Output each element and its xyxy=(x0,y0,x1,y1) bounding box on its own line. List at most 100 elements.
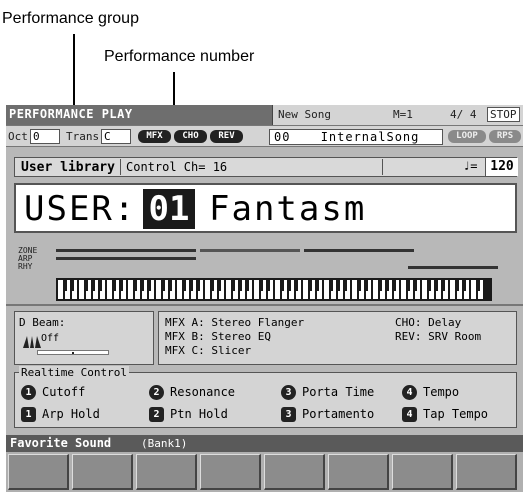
library-label[interactable]: User library xyxy=(21,160,115,175)
cho-button[interactable]: CHO xyxy=(174,130,207,143)
realtime-item-ptn-hold[interactable]: 2 Ptn Hold xyxy=(149,407,228,422)
black-key xyxy=(140,280,144,291)
knob-4-icon: 4 xyxy=(402,385,417,400)
black-key xyxy=(84,280,88,291)
performance-group-callout: Performance group xyxy=(2,10,139,27)
black-key xyxy=(336,280,340,291)
favorite-button-3[interactable] xyxy=(136,454,197,490)
performance-name: Fantasm xyxy=(209,189,367,229)
favorite-title: Favorite Sound xyxy=(10,436,112,450)
black-key xyxy=(455,280,459,291)
tempo-note-icon: ♩= xyxy=(463,159,478,173)
trans-field[interactable]: C xyxy=(101,129,131,144)
black-key xyxy=(441,280,445,291)
black-key xyxy=(63,280,67,291)
realtime-item-cutoff[interactable]: 1 Cutoff xyxy=(21,385,85,400)
realtime-label: Tempo xyxy=(423,385,460,399)
rhy-lane xyxy=(408,266,498,269)
control-channel: Control Ch= 16 xyxy=(120,159,383,175)
zone-lane-1 xyxy=(56,249,196,252)
black-key xyxy=(413,280,417,291)
black-key xyxy=(182,280,186,291)
song-select-field[interactable]: 00 InternalSong xyxy=(269,129,443,145)
black-key xyxy=(238,280,242,291)
favorite-button-6[interactable] xyxy=(328,454,389,490)
controls-row: Oct 0 Trans C MFX CHO REV 00 InternalSon… xyxy=(6,125,523,147)
rhy-label: RHY xyxy=(18,262,33,271)
black-key xyxy=(392,280,396,291)
favorite-button-2[interactable] xyxy=(72,454,133,490)
black-key xyxy=(315,280,319,291)
realtime-label: Cutoff xyxy=(42,385,86,399)
favorite-button-1[interactable] xyxy=(8,454,69,490)
favorite-button-7[interactable] xyxy=(392,454,453,490)
realtime-label: Portamento xyxy=(302,407,375,421)
lcd-screen: PERFORMANCE PLAY New Song M=1 4/ 4 STOP … xyxy=(6,105,523,492)
black-key xyxy=(329,280,333,291)
black-key xyxy=(189,280,193,291)
button-3-icon: 3 xyxy=(281,407,296,422)
button-1-icon: 1 xyxy=(21,407,36,422)
black-key xyxy=(378,280,382,291)
black-key xyxy=(70,280,74,291)
oct-field[interactable]: 0 xyxy=(30,129,60,144)
black-key xyxy=(294,280,298,291)
oct-label: Oct xyxy=(8,130,28,143)
favorite-button-4[interactable] xyxy=(200,454,261,490)
keyboard-graphic xyxy=(56,278,492,301)
black-key xyxy=(98,280,102,291)
loop-button[interactable]: LOOP xyxy=(448,130,486,143)
mfx-b-label: MFX B: Stereo EQ xyxy=(165,330,271,343)
black-key xyxy=(476,280,480,291)
performance-number: 01 xyxy=(143,189,195,229)
realtime-item-tempo[interactable]: 4 Tempo xyxy=(402,385,459,400)
song-name: InternalSong xyxy=(320,130,420,144)
favorite-button-8[interactable] xyxy=(456,454,517,490)
realtime-item-arp-hold[interactable]: 1 Arp Hold xyxy=(21,407,100,422)
knob-3-icon: 3 xyxy=(281,385,296,400)
dbeam-value: Off xyxy=(41,333,60,344)
realtime-control-panel: Realtime Control 1 Cutoff 2 Resonance 3 Por… xyxy=(14,366,517,428)
song-title: New Song xyxy=(278,108,331,121)
black-key xyxy=(385,280,389,291)
performance-group: USER: xyxy=(24,189,137,229)
mfx-a-label: MFX A: Stereo Flanger xyxy=(165,316,305,329)
realtime-item-portamento[interactable]: 3 Portamento xyxy=(281,407,374,422)
favorite-button-5[interactable] xyxy=(264,454,325,490)
black-key xyxy=(245,280,249,291)
black-key xyxy=(210,280,214,291)
black-key xyxy=(119,280,123,291)
rev-button[interactable]: REV xyxy=(210,130,243,143)
black-key xyxy=(231,280,235,291)
mfx-button[interactable]: MFX xyxy=(138,130,171,143)
cho-label: CHO: Delay xyxy=(395,316,462,329)
title-bar: PERFORMANCE PLAY New Song M=1 4/ 4 STOP xyxy=(6,105,523,125)
realtime-item-resonance[interactable]: 2 Resonance xyxy=(149,385,235,400)
performance-display[interactable]: USER: 01 Fantasm xyxy=(14,183,517,233)
tempo-value[interactable]: 120 xyxy=(485,158,518,176)
black-key xyxy=(462,280,466,291)
song-number: 00 xyxy=(274,130,291,144)
dbeam-panel[interactable]: D Beam: Off xyxy=(14,311,154,365)
black-key xyxy=(259,280,263,291)
rps-button[interactable]: RPS xyxy=(489,130,521,143)
realtime-label: Porta Time xyxy=(302,385,375,399)
realtime-label: Tap Tempo xyxy=(423,407,489,421)
black-key xyxy=(357,280,361,291)
library-bar: User library Control Ch= 16 ♩= 120 xyxy=(14,157,518,177)
arp-lane xyxy=(56,257,196,260)
realtime-item-porta-time[interactable]: 3 Porta Time xyxy=(281,385,374,400)
button-2-icon: 2 xyxy=(149,407,164,422)
favorite-sound-bar: Favorite Sound (Bank1) xyxy=(6,435,523,452)
black-key xyxy=(280,280,284,291)
black-key xyxy=(168,280,172,291)
button-4-icon: 4 xyxy=(402,407,417,422)
realtime-item-tap-tempo[interactable]: 4 Tap Tempo xyxy=(402,407,488,422)
black-key xyxy=(406,280,410,291)
black-key xyxy=(308,280,312,291)
effects-panel[interactable]: MFX A: Stereo Flanger MFX B: Stereo EQ M… xyxy=(158,311,517,365)
black-key xyxy=(364,280,368,291)
realtime-label: Ptn Hold xyxy=(170,407,228,421)
transport-status: STOP xyxy=(487,107,520,122)
black-key xyxy=(343,280,347,291)
